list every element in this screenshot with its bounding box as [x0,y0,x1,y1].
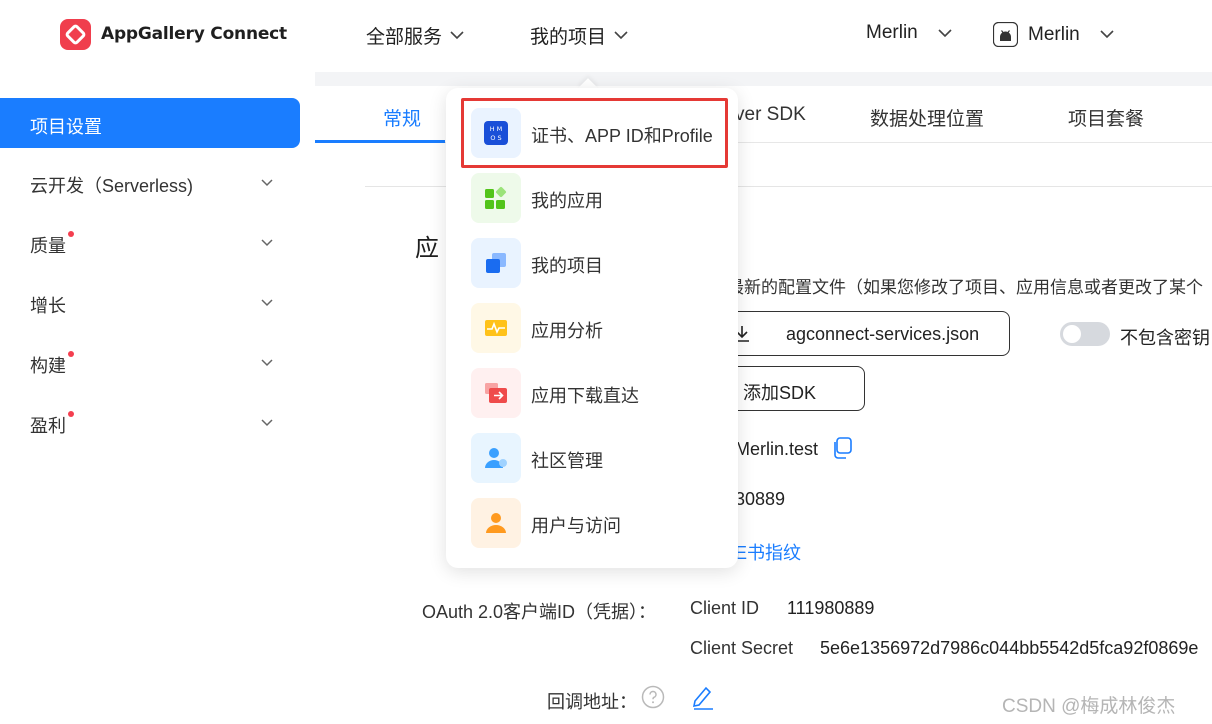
toggle-knob [1063,325,1081,343]
notification-dot [68,231,74,237]
menu-item-my-apps[interactable]: 我的应用 [446,168,738,228]
sidebar: 项目设置 云开发（Serverless) 质量 增长 构建 盈利 [0,72,315,724]
menu-item-label: 证书、APP ID和Profile [531,126,713,146]
chevron-down-icon [1100,30,1114,39]
svg-text:O S: O S [490,134,501,142]
sidebar-item-build[interactable]: 构建 [0,343,300,383]
my-projects-dropdown: H M O S 证书、APP ID和Profile 我的应用 我的项目 应用分析… [446,88,738,568]
tab-plan[interactable]: 项目套餐 [1068,104,1144,131]
package-name-value: Merlin.test [735,439,819,459]
notification-dot [68,411,74,417]
account-selector[interactable]: Merlin [866,22,952,44]
copy-icon[interactable] [831,437,853,459]
client-id-value: 111980889 [787,598,875,618]
svg-text:H M: H M [490,125,503,133]
menu-item-label: 应用下载直达 [531,386,639,406]
edit-icon[interactable] [691,684,715,710]
client-id-label: Client ID [690,598,760,618]
csdn-watermark: CSDN @梅成林俊杰 [1002,696,1176,717]
chevron-down-icon [261,299,275,308]
nav-my-projects-label: 我的项目 [530,27,607,48]
app-selector[interactable]: Merlin [993,22,1114,47]
exclude-key-toggle[interactable] [1060,322,1110,346]
community-management-icon [471,433,521,483]
top-bar: AppGallery Connect 全部服务 我的项目 Merlin Merl… [0,0,1212,72]
tab-data-location[interactable]: 数据处理位置 [870,104,984,131]
sidebar-item-monetize[interactable]: 盈利 [0,403,300,443]
app-analytics-icon [471,303,521,353]
brand-name[interactable]: AppGallery Connect [101,24,287,44]
config-description: 最新的配置文件（如果您修改了项目、应用信息或者更改了某个 [727,278,1203,297]
sidebar-item-label: 构建 [30,356,66,376]
sidebar-item-serverless[interactable]: 云开发（Serverless) [0,163,300,203]
chevron-down-icon [938,28,952,38]
menu-item-app-analytics[interactable]: 应用分析 [446,298,738,358]
menu-item-certificates[interactable]: H M O S 证书、APP ID和Profile [446,103,738,163]
download-config-button[interactable]: agconnect-services.json [710,311,1010,356]
chevron-down-icon [261,239,275,248]
appgallery-logo-icon[interactable] [60,19,91,50]
sidebar-item-growth[interactable]: 增长 [0,283,300,323]
sidebar-item-project-settings[interactable]: 项目设置 [0,98,300,148]
tab-sdk[interactable]: ver SDK [735,104,806,126]
nav-all-services[interactable]: 全部服务 [366,22,464,49]
nav-all-services-label: 全部服务 [366,27,443,48]
menu-item-label: 我的应用 [531,191,603,211]
menu-item-community[interactable]: 社区管理 [446,428,738,488]
oauth-label: OAuth 2.0客户端ID（凭据）： [422,602,657,622]
section-title: 应 [415,235,439,262]
help-icon[interactable] [641,685,665,709]
account-selector-label: Merlin [866,22,918,43]
app-download-icon [471,368,521,418]
android-icon [993,22,1018,47]
active-tab-indicator [315,140,445,143]
menu-item-label: 社区管理 [531,451,603,471]
client-secret-label: Client Secret [690,638,794,658]
chevron-down-icon [450,31,464,40]
client-secret-value: 5e6e1356972d7986c044bb5542d5fca92f0869e [820,638,1199,658]
sidebar-item-label: 盈利 [30,416,66,436]
sidebar-item-quality[interactable]: 质量 [0,223,300,263]
chevron-down-icon [614,31,628,40]
my-apps-icon [471,173,521,223]
menu-item-my-projects[interactable]: 我的项目 [446,233,738,293]
add-sdk-label: 添加SDK [743,383,817,403]
menu-item-label: 应用分析 [531,321,603,341]
chevron-down-icon [261,359,275,368]
nav-my-projects[interactable]: 我的项目 [530,22,628,49]
app-selector-label: Merlin [1028,23,1080,45]
sidebar-item-label: 云开发（Serverless) [30,176,194,196]
tab-general[interactable]: 常规 [383,104,421,131]
my-projects-icon [471,238,521,288]
sidebar-item-label: 项目设置 [30,117,102,137]
hmos-certificate-icon: H M O S [471,108,521,158]
callback-url-label: 回调地址： [547,692,637,712]
app-id-value: 30889 [735,489,786,509]
download-config-label: agconnect-services.json [786,324,980,344]
menu-item-user-access[interactable]: 用户与访问 [446,493,738,553]
notification-dot [68,351,74,357]
exclude-key-label: 不包含密钥 [1120,328,1210,348]
cert-fingerprint-link[interactable]: E书指纹 [735,539,801,565]
menu-item-app-download[interactable]: 应用下载直达 [446,363,738,423]
chevron-down-icon [261,179,275,188]
chevron-down-icon [261,419,275,428]
sidebar-item-label: 质量 [30,236,66,256]
menu-item-label: 用户与访问 [531,516,621,536]
menu-item-label: 我的项目 [531,256,603,276]
sidebar-item-label: 增长 [30,296,66,316]
user-access-icon [471,498,521,548]
